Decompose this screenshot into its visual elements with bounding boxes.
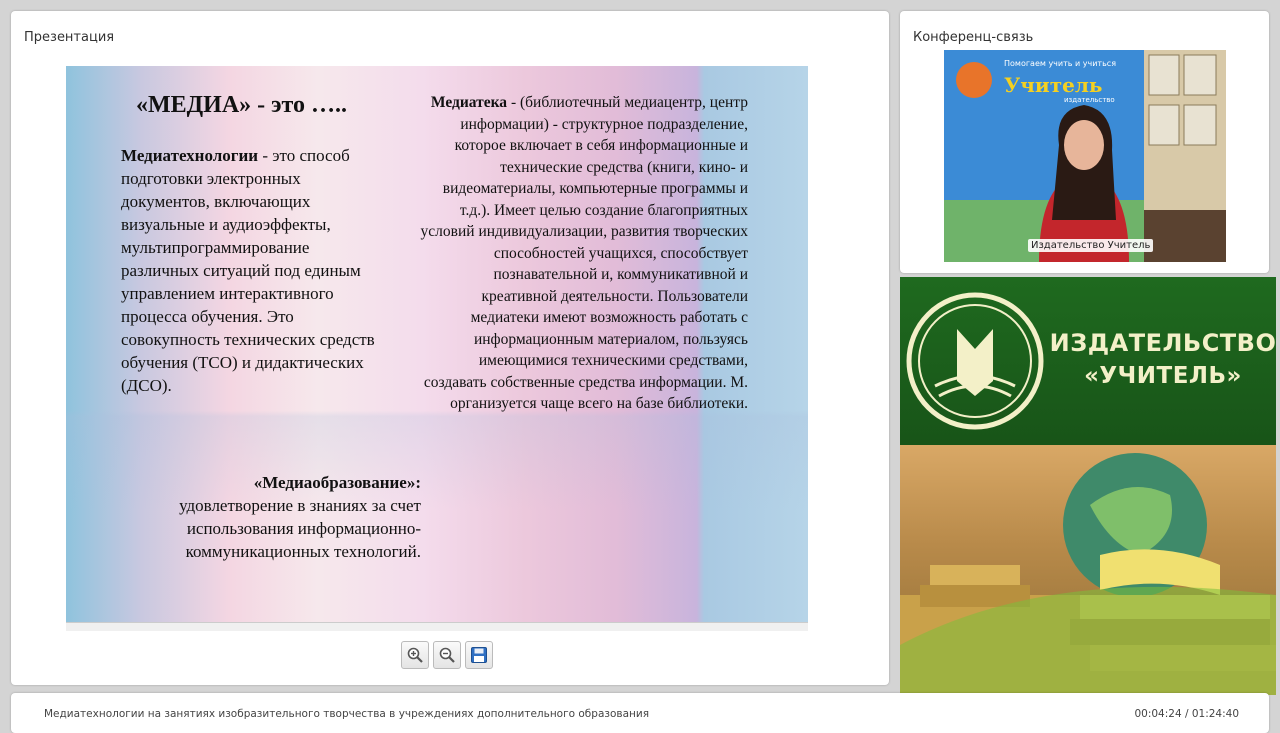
banner-small: издательство <box>1064 96 1115 104</box>
banner-slogan: Помогаем учить и учиться <box>1004 59 1116 68</box>
lecture-title: Медиатехнологии на занятиях изобразитель… <box>44 708 650 720</box>
participant-name-label: Издательство Учитель <box>1028 239 1154 252</box>
save-button[interactable] <box>465 641 493 669</box>
mediaedu-term: «Медиаобразование»: <box>253 473 421 492</box>
banner-brand: Учитель <box>1004 73 1103 97</box>
mediateka-definition: Медиатека - (библиотечный медиацентр, це… <box>416 92 748 415</box>
zoom-in-button[interactable] <box>401 641 429 669</box>
zoom-out-icon <box>439 647 455 663</box>
playback-time: 00:04:24 / 01:24:40 <box>1134 708 1239 720</box>
mediatech-definition: Медиатехнологии - это способ подготовки … <box>121 144 391 397</box>
zoom-out-button[interactable] <box>433 641 461 669</box>
mediateka-text: - (библиотечный медиацентр, центр информ… <box>420 94 748 412</box>
mediateka-term: Медиатека <box>430 94 508 111</box>
presentation-panel: Презентация «МЕДИА» - это ….. Медиатехно… <box>11 11 889 685</box>
publisher-banner: ИЗДАТЕЛЬСТВО «УЧИТЕЛЬ» <box>900 277 1276 695</box>
mediatech-term: Медиатехнологии <box>121 146 259 165</box>
presentation-slide: «МЕДИА» - это ….. Медиатехнологии - это … <box>66 66 808 622</box>
floppy-disk-icon <box>471 647 487 663</box>
mediaedu-definition: «Медиаобразование»: удовлетворение в зна… <box>121 471 421 563</box>
books-globe-illustration <box>900 453 1276 695</box>
publisher-logo-icon <box>906 292 1044 430</box>
mediatech-text: - это способ подготовки электронных доку… <box>121 146 375 395</box>
presentation-toolbar <box>401 641 493 669</box>
webcam-scene: Помогаем учить и учиться Учитель издател… <box>944 50 1226 262</box>
conference-panel-title: Конференц-связь <box>913 30 1034 45</box>
slide-heading: «МЕДИА» - это ….. <box>136 92 348 118</box>
zoom-in-icon <box>407 647 423 663</box>
publisher-banner-top: ИЗДАТЕЛЬСТВО «УЧИТЕЛЬ» <box>900 277 1276 445</box>
presentation-panel-title: Презентация <box>24 30 115 45</box>
publisher-name-line2: «УЧИТЕЛЬ» <box>1084 363 1242 389</box>
slide-bottom-edge <box>66 622 808 631</box>
books-globe-image <box>900 445 1276 695</box>
publisher-name-line1: ИЗДАТЕЛЬСТВО <box>1049 329 1276 357</box>
mediaedu-text: удовлетворение в знаниях за счет использ… <box>179 496 421 561</box>
webcam-video: Помогаем учить и учиться Учитель издател… <box>944 50 1226 262</box>
footer-bar: Медиатехнологии на занятиях изобразитель… <box>11 693 1269 733</box>
